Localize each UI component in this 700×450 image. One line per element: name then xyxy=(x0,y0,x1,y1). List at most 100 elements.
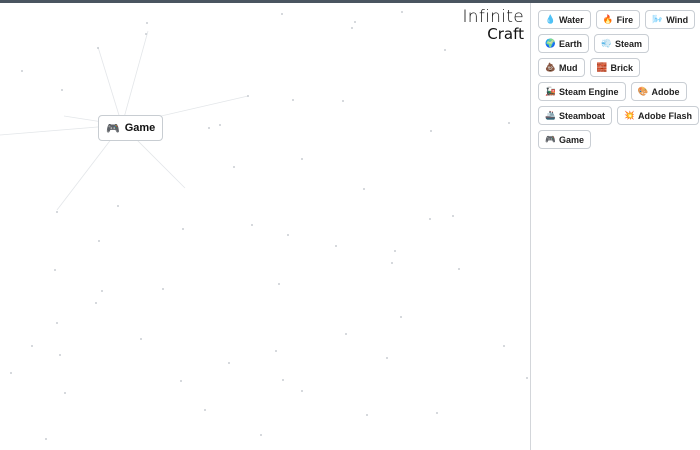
background-dot xyxy=(54,269,56,271)
background-dot xyxy=(31,345,33,347)
background-dot xyxy=(351,27,353,29)
element-item-label: Steam xyxy=(615,38,643,49)
background-dot xyxy=(282,379,284,381)
element-item-adobe[interactable]: 🎨 Adobe xyxy=(630,82,687,101)
brick-icon: 🧱 xyxy=(596,62,608,73)
background-dot xyxy=(275,350,277,352)
background-dot xyxy=(508,122,510,124)
canvas-element-game[interactable]: 🎮 Game xyxy=(98,115,164,141)
background-dot xyxy=(117,205,119,207)
background-dot xyxy=(45,438,47,440)
background-dot xyxy=(182,228,184,230)
gamepad-icon: 🎮 xyxy=(545,134,556,145)
element-item-game[interactable]: 🎮 Game xyxy=(538,130,592,149)
logo-line-2: Craft xyxy=(487,25,524,43)
background-dot xyxy=(97,47,99,49)
element-item-earth[interactable]: 🌍 Earth xyxy=(538,34,590,53)
background-dot xyxy=(301,390,303,392)
element-item-label: Water xyxy=(559,14,584,25)
background-dot xyxy=(429,218,431,220)
ship-icon: 🚢 xyxy=(545,110,556,121)
element-item-label: Brick xyxy=(610,62,634,73)
background-dot xyxy=(278,283,280,285)
wind-icon: 🌬️ xyxy=(652,14,663,25)
element-item-label: Mud xyxy=(559,62,578,73)
background-dot xyxy=(436,412,438,414)
background-dot xyxy=(98,240,100,242)
connection-line xyxy=(121,30,149,126)
background-dot xyxy=(345,333,347,335)
element-item-fire[interactable]: 🔥 Fire xyxy=(595,10,641,29)
element-item-water[interactable]: 💧 Water xyxy=(538,10,591,29)
background-dot xyxy=(335,245,337,247)
element-item-label: Adobe xyxy=(651,86,680,97)
background-dot xyxy=(146,22,148,24)
element-item-label: Earth xyxy=(559,38,583,49)
water-drop-icon: 💧 xyxy=(545,14,556,25)
background-dot xyxy=(458,268,460,270)
infinite-craft-logo: Infinite Craft xyxy=(462,9,524,42)
background-dot xyxy=(59,354,61,356)
background-dot xyxy=(386,357,388,359)
element-item-label: Game xyxy=(559,134,585,145)
background-dot xyxy=(260,434,262,436)
logo-line-1: Infinite xyxy=(462,7,524,27)
background-dot xyxy=(101,290,103,292)
canvas-element-label: Game xyxy=(124,122,156,134)
flash-burst-icon: 💥 xyxy=(624,110,635,121)
background-dot xyxy=(95,302,97,304)
palette-icon: 🎨 xyxy=(637,86,649,97)
background-dot xyxy=(56,322,58,324)
background-dot xyxy=(10,372,12,374)
background-dot xyxy=(444,49,446,51)
background-dot xyxy=(281,13,283,15)
steam-cloud-icon: 💨 xyxy=(601,38,612,49)
element-item-label: Fire xyxy=(616,14,634,25)
background-dot xyxy=(287,234,289,236)
connection-line xyxy=(97,46,123,126)
background-dot xyxy=(162,288,164,290)
background-dot xyxy=(301,158,303,160)
background-dot xyxy=(394,250,396,252)
element-item-mud[interactable]: 💩 Mud xyxy=(538,58,585,77)
element-item-label: Wind xyxy=(666,14,689,25)
background-dot xyxy=(401,11,403,13)
background-dot xyxy=(430,130,432,132)
fire-icon: 🔥 xyxy=(602,14,614,25)
background-dot xyxy=(140,338,142,340)
background-dot xyxy=(208,127,210,129)
background-dot xyxy=(292,99,294,101)
elements-sidebar: 💧 Water 🔥 Fire 🌬️ Wind 🌍 Earth 💨 Steam 💩 Mud 🧱 Brick 🚂… xyxy=(531,3,700,450)
background-dot xyxy=(342,100,344,102)
crafting-canvas[interactable]: Infinite Craft 🎮 Game xyxy=(0,3,530,450)
background-dot xyxy=(180,380,182,382)
background-dot xyxy=(145,33,147,35)
background-dot xyxy=(219,124,221,126)
background-dot xyxy=(363,188,365,190)
element-item-steam-engine[interactable]: 🚂 Steam Engine xyxy=(538,82,626,101)
background-dot xyxy=(503,345,505,347)
element-item-brick[interactable]: 🧱 Brick xyxy=(589,58,641,77)
background-dot xyxy=(61,89,63,91)
background-dot xyxy=(366,414,368,416)
background-dot xyxy=(247,95,249,97)
background-dot xyxy=(64,392,66,394)
element-item-label: Adobe Flash xyxy=(638,110,693,121)
canvas-background xyxy=(0,11,528,440)
background-dot xyxy=(400,316,402,318)
background-dot xyxy=(56,211,58,213)
element-item-steam[interactable]: 💨 Steam xyxy=(594,34,650,53)
globe-icon: 🌍 xyxy=(545,38,556,49)
background-dot xyxy=(251,224,253,226)
element-item-label: Steam Engine xyxy=(559,86,619,97)
background-dot xyxy=(228,362,230,364)
locomotive-icon: 🚂 xyxy=(545,86,556,97)
background-dot xyxy=(391,262,393,264)
element-item-wind[interactable]: 🌬️ Wind xyxy=(645,10,696,29)
background-dot xyxy=(452,215,454,217)
element-item-adobe-flash[interactable]: 💥 Adobe Flash xyxy=(617,106,700,125)
background-dot xyxy=(233,166,235,168)
element-list: 💧 Water 🔥 Fire 🌬️ Wind 🌍 Earth 💨 Steam 💩 Mud 🧱 Brick 🚂… xyxy=(538,10,700,149)
element-item-steamboat[interactable]: 🚢 Steamboat xyxy=(538,106,613,125)
gamepad-icon: 🎮 xyxy=(106,122,120,135)
